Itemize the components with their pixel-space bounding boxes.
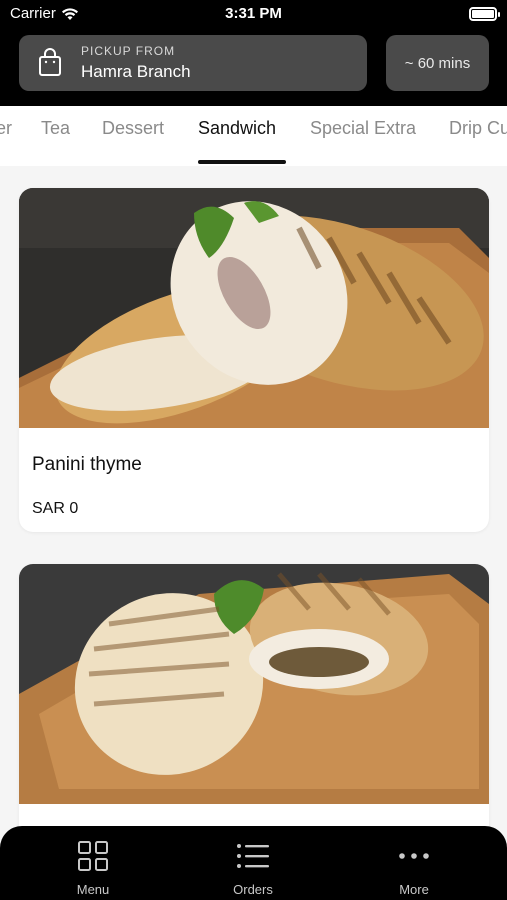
nav-more-label: More xyxy=(399,882,429,897)
product-card[interactable]: Panini thyme SAR 0 xyxy=(19,188,489,532)
tab-partial-left[interactable]: er xyxy=(0,118,12,139)
product-card[interactable] xyxy=(19,564,489,826)
active-tab-indicator xyxy=(198,160,286,164)
product-list: Panini thyme SAR 0 xyxy=(0,166,507,826)
clock: 3:31 PM xyxy=(225,5,282,22)
category-tabs: er Tea Dessert Sandwich Special Extra Dr… xyxy=(0,106,507,166)
product-image xyxy=(19,564,489,804)
list-icon xyxy=(236,838,270,874)
tab-drip-coffee[interactable]: Drip Cu xyxy=(449,118,507,139)
eta-button[interactable]: ~ 60 mins xyxy=(386,35,489,91)
pickup-label: PICKUP FROM xyxy=(81,44,176,58)
nav-orders[interactable]: Orders xyxy=(203,838,303,897)
nav-menu[interactable]: Menu xyxy=(43,838,143,897)
product-name: Panini thyme xyxy=(32,454,142,475)
branch-name: Hamra Branch xyxy=(81,62,191,81)
top-header: Carrier 3:31 PM PICKUP FROM Hamra Branch… xyxy=(0,0,507,106)
tab-tea[interactable]: Tea xyxy=(41,118,70,139)
product-image xyxy=(19,188,489,428)
bottom-navigation: Menu Orders More xyxy=(0,826,507,900)
pickup-branch-selector[interactable]: PICKUP FROM Hamra Branch xyxy=(19,35,367,91)
tab-sandwich[interactable]: Sandwich xyxy=(198,118,276,139)
product-price: SAR 0 xyxy=(32,500,79,517)
tab-dessert[interactable]: Dessert xyxy=(102,118,164,139)
grid-icon xyxy=(77,838,109,874)
shopping-bag-icon xyxy=(19,48,81,78)
nav-more[interactable]: More xyxy=(364,838,464,897)
nav-orders-label: Orders xyxy=(233,882,273,897)
tab-special-extra[interactable]: Special Extra xyxy=(310,118,416,139)
battery-icon xyxy=(469,7,500,21)
status-bar: Carrier 3:31 PM xyxy=(0,0,507,30)
nav-menu-label: Menu xyxy=(76,882,110,897)
more-icon xyxy=(398,838,430,874)
